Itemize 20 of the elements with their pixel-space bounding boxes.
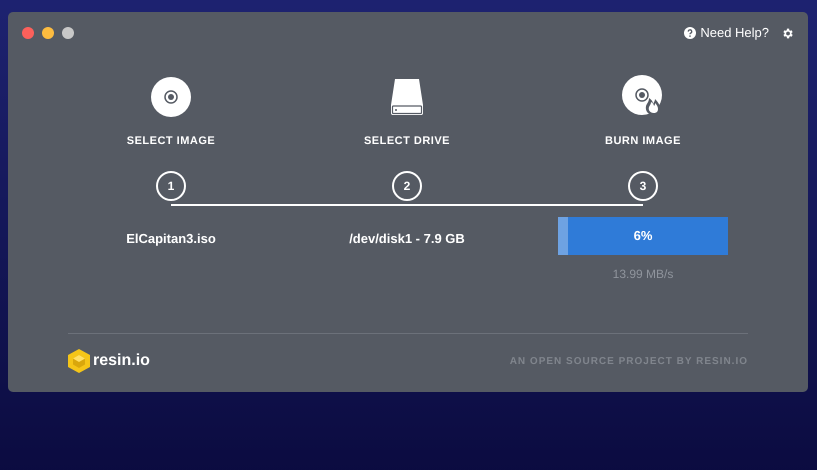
step-number: 2 [392,170,422,200]
zoom-button[interactable] [62,27,74,39]
step-title: SELECT DRIVE [364,134,450,149]
step-title: SELECT IMAGE [126,134,216,149]
disc-icon [151,77,191,117]
help-link[interactable]: Need Help? [684,23,769,43]
step-value: /dev/disk1 - 7.9 GB [349,230,465,248]
logo-text: resin.io [93,351,150,371]
step-number: 1 [156,170,186,200]
close-button[interactable] [22,27,34,39]
progress-label: 6% [634,226,652,245]
settings-icon[interactable] [781,26,794,40]
question-icon [684,27,696,39]
burning-disc-icon [622,75,664,117]
minimize-button[interactable] [42,27,54,39]
step-title: BURN IMAGE [605,134,681,149]
step-number: 3 [628,170,658,200]
step-value: ElCapitan3.iso [126,230,216,248]
cube-logo-icon [68,349,90,373]
speed-text: 13.99 MB/s [612,266,674,282]
